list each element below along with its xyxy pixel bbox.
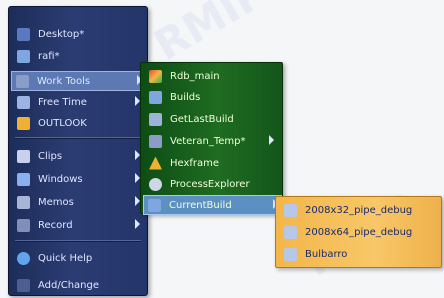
warning-icon — [149, 156, 162, 170]
menu-item-memos[interactable]: Memos — [13, 193, 143, 211]
menu-item-free-time[interactable]: Free Time — [13, 93, 143, 111]
add-change-icon — [17, 278, 30, 292]
menu-separator — [15, 240, 141, 242]
windows-icon — [17, 172, 30, 186]
menu-item-label: Desktop* — [38, 28, 85, 40]
menu-item-label: rafi* — [38, 50, 60, 62]
work-tools-icon — [16, 74, 29, 88]
menu-item-outlook[interactable]: OUTLOOK — [13, 114, 143, 132]
memos-icon — [17, 195, 30, 209]
menu-item-2008x32-pipe-debug[interactable]: 2008x32_pipe_debug — [280, 201, 438, 219]
chart-icon — [149, 69, 162, 83]
record-icon — [17, 218, 30, 232]
document-icon — [149, 112, 162, 126]
desktop-icon — [17, 27, 30, 41]
menu-item-veteran-temp[interactable]: Veteran_Temp* — [145, 132, 280, 150]
menu-item-add-change[interactable]: Add/Change — [13, 276, 143, 294]
folder-icon — [17, 49, 30, 63]
menu-item-label: Free Time — [38, 96, 87, 108]
menu-item-label: CurrentBuild — [169, 199, 232, 211]
menu-item-record[interactable]: Record — [13, 216, 143, 234]
menu-item-getlastbuild[interactable]: GetLastBuild — [145, 110, 280, 128]
menu-item-windows[interactable]: Windows — [13, 170, 143, 188]
menu-item-currentbuild[interactable]: CurrentBuild — [143, 195, 282, 215]
free-time-icon — [17, 95, 30, 109]
menu-item-desktop[interactable]: Desktop* — [13, 25, 143, 43]
menu-item-label: Record — [38, 219, 73, 231]
menu-item-processexplorer[interactable]: ProcessExplorer — [145, 175, 280, 193]
menu-item-label: Work Tools — [37, 75, 91, 87]
menu-item-label: 2008x64_pipe_debug — [305, 226, 413, 238]
chevron-right-icon — [269, 135, 274, 145]
gear-icon — [149, 177, 162, 191]
menu-item-label: Add/Change — [38, 279, 100, 291]
menu-item-bulbarro[interactable]: Bulbarro — [280, 245, 438, 263]
menu-item-label: OUTLOOK — [38, 117, 87, 129]
app-icon — [284, 247, 297, 261]
app-icon — [284, 203, 297, 217]
current-build-submenu: 2008x32_pipe_debug 2008x64_pipe_debug Bu… — [275, 196, 442, 268]
menu-item-label: Clips — [38, 150, 63, 162]
menu-separator — [15, 137, 141, 139]
menu-item-label: Quick Help — [38, 252, 93, 264]
menu-item-rafi[interactable]: rafi* — [13, 47, 143, 65]
chevron-right-icon — [135, 219, 140, 229]
clips-icon — [17, 149, 30, 163]
menu-item-clips[interactable]: Clips — [13, 147, 143, 165]
menu-item-builds[interactable]: Builds — [145, 88, 280, 106]
folder-icon — [148, 198, 161, 212]
folder-icon — [149, 90, 162, 104]
help-icon — [17, 251, 30, 265]
app-icon — [284, 225, 297, 239]
menu-item-label: Memos — [38, 196, 74, 208]
menu-item-rdb-main[interactable]: Rdb_main — [145, 67, 280, 85]
menu-item-work-tools[interactable]: Work Tools — [11, 71, 146, 91]
work-tools-submenu: Rdb_main Builds GetLastBuild Veteran_Tem… — [140, 62, 283, 215]
menu-item-label: Windows — [38, 173, 83, 185]
menu-item-label: Bulbarro — [305, 248, 348, 260]
menu-item-label: 2008x32_pipe_debug — [305, 204, 413, 216]
menu-item-label: Hexframe — [170, 157, 220, 169]
menu-item-label: Veteran_Temp* — [170, 135, 246, 147]
menu-item-hexframe[interactable]: Hexframe — [145, 154, 280, 172]
tools-icon — [149, 134, 162, 148]
menu-item-label: ProcessExplorer — [170, 178, 250, 190]
menu-item-label: Builds — [170, 91, 201, 103]
watermark-top: RMIP — [145, 0, 275, 70]
menu-item-label: GetLastBuild — [170, 113, 234, 125]
main-menu: Desktop* rafi* Work Tools Free Time OUTL… — [8, 6, 148, 296]
menu-item-quick-help[interactable]: Quick Help — [13, 249, 143, 267]
menu-item-label: Rdb_main — [170, 70, 220, 82]
menu-item-2008x64-pipe-debug[interactable]: 2008x64_pipe_debug — [280, 223, 438, 241]
outlook-icon — [17, 116, 30, 130]
